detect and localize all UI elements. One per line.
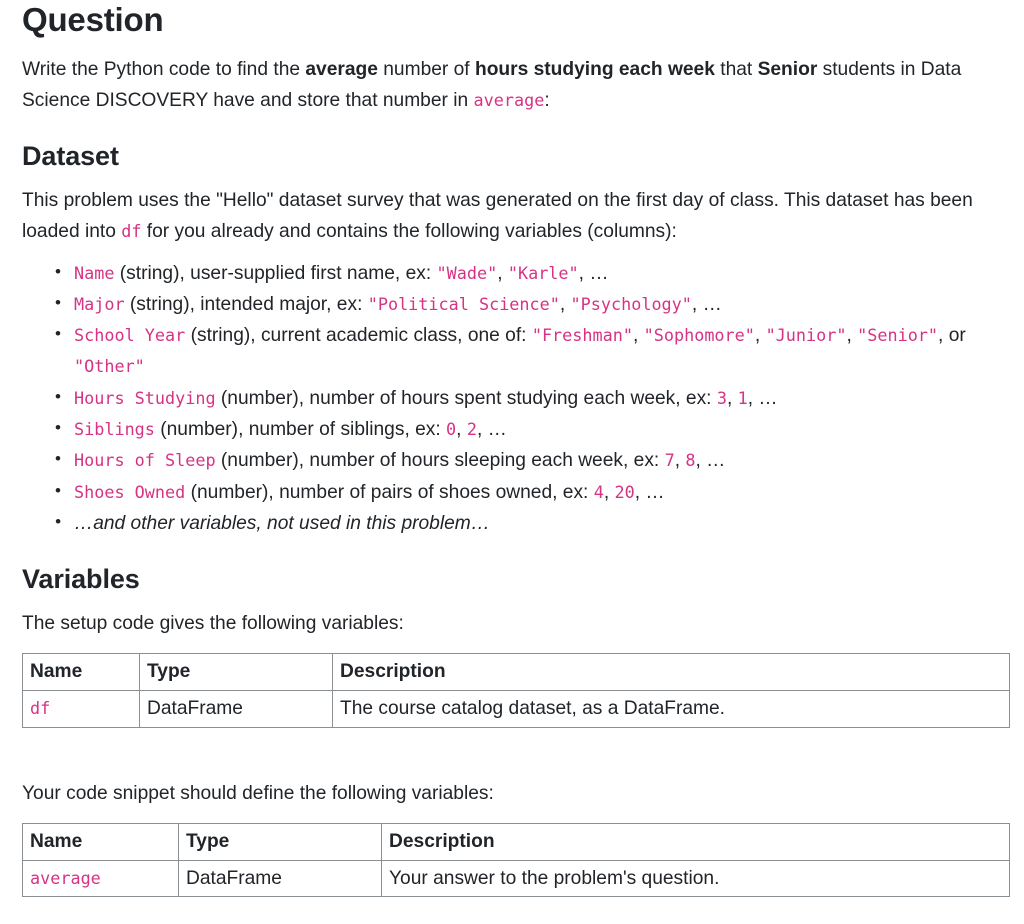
dataset-variable-note: …and other variables, not used in this p… — [74, 513, 490, 534]
dataset-variable-item: School Year (string), current academic c… — [74, 320, 1010, 383]
dataset-variable-description: (string), intended major, ex: — [125, 294, 368, 315]
dataset-example-separator: , — [633, 325, 644, 346]
dataset-variable-example: 3 — [717, 388, 727, 408]
dataset-variable-example: 20 — [615, 482, 635, 502]
dataset-example-separator: , — [755, 325, 766, 346]
table-column-header: Description — [382, 823, 1010, 860]
dataset-variable-name: Shoes Owned — [74, 482, 185, 502]
dataset-variable-name: Hours of Sleep — [74, 450, 216, 470]
table-cell-description: The course catalog dataset, as a DataFra… — [333, 691, 1010, 728]
dataset-intro-paragraph: This problem uses the "Hello" dataset su… — [22, 185, 1010, 247]
question-prompt-paragraph: Write the Python code to find the averag… — [22, 54, 1010, 116]
dataset-variable-example: "Political Science" — [368, 294, 560, 314]
dataset-variable-example: "Karle" — [508, 263, 579, 283]
question-bold-average: average — [305, 59, 378, 80]
dataset-variable-example: "Senior" — [857, 325, 938, 345]
dataset-variable-tail: , … — [692, 294, 722, 315]
dataset-example-separator: , — [456, 419, 467, 440]
problem-page: Question Write the Python code to find t… — [0, 0, 1024, 897]
question-bold-senior: Senior — [758, 59, 818, 80]
table-cell-type: DataFrame — [179, 860, 382, 897]
dataset-variable-description: (string), current academic class, one of… — [185, 325, 532, 346]
dataset-variable-description: (number), number of siblings, ex: — [155, 419, 446, 440]
table-row: df DataFrameThe course catalog dataset, a… — [23, 691, 1010, 728]
table-cell-name: average — [23, 860, 179, 897]
setup-variables-table: NameTypeDescription df DataFrameThe course… — [22, 653, 1010, 728]
dataset-variable-example: 1 — [738, 388, 748, 408]
dataset-variable-item: …and other variables, not used in this p… — [74, 508, 1010, 539]
setup-intro-paragraph: The setup code gives the following varia… — [22, 608, 1010, 639]
dataset-variable-example: "Psychology" — [571, 294, 692, 314]
dataset-variable-example: 7 — [665, 450, 675, 470]
dataset-example-separator: , — [727, 388, 738, 409]
variable-name-code: average — [30, 868, 101, 888]
dataset-variable-tail: , … — [579, 263, 609, 284]
dataset-variable-example: "Sophomore" — [644, 325, 755, 345]
dataset-variable-item: Major (string), intended major, ex: "Pol… — [74, 289, 1010, 320]
dataset-variable-description: (string), user-supplied first name, ex: — [114, 263, 436, 284]
section-heading-variables: Variables — [22, 563, 1010, 596]
dataset-example-separator: , — [604, 482, 615, 503]
dataset-example-separator: , — [560, 294, 571, 315]
dataset-example-separator: , — [675, 450, 686, 471]
dataset-variable-description: (number), number of hours sleeping each … — [216, 450, 665, 471]
question-text-1: Write the Python code to find the — [22, 59, 305, 80]
dataset-variable-name: School Year — [74, 325, 185, 345]
dataset-variable-item: Siblings (number), number of siblings, e… — [74, 414, 1010, 445]
dataset-variable-description: (number), number of pairs of shoes owned… — [185, 482, 593, 503]
table-row: average DataFrameYour answer to the probl… — [23, 860, 1010, 897]
table-spacer — [22, 734, 1010, 778]
dataset-variable-example: "Wade" — [437, 263, 498, 283]
table-cell-type: DataFrame — [140, 691, 333, 728]
question-text-2: number of — [378, 59, 475, 80]
table-header-row: NameTypeDescription — [23, 654, 1010, 691]
dataset-variable-tail: , … — [748, 388, 778, 409]
dataset-variable-item: Shoes Owned (number), number of pairs of… — [74, 477, 1010, 508]
dataset-variable-item: Hours of Sleep (number), number of hours… — [74, 445, 1010, 476]
dataset-variable-item: Name (string), user-supplied first name,… — [74, 258, 1010, 289]
output-variables-table: NameTypeDescription average DataFrameYour … — [22, 823, 1010, 898]
dataset-intro-text-2: for you already and contains the followi… — [141, 221, 676, 242]
dataset-variable-name: Hours Studying — [74, 388, 216, 408]
dataset-example-separator: , — [497, 263, 508, 284]
dataset-variable-example: 0 — [446, 419, 456, 439]
question-text-5: : — [544, 90, 549, 111]
dataset-variable-name: Major — [74, 294, 125, 314]
table-cell-description: Your answer to the problem's question. — [382, 860, 1010, 897]
section-heading-dataset: Dataset — [22, 140, 1010, 173]
dataset-variable-name: Siblings — [74, 419, 155, 439]
dataset-variable-tail: , or — [938, 325, 966, 346]
table-header-row: NameTypeDescription — [23, 823, 1010, 860]
dataset-variable-example: 4 — [594, 482, 604, 502]
question-text-3: that — [715, 59, 758, 80]
table-column-header: Name — [23, 823, 179, 860]
table-column-header: Type — [140, 654, 333, 691]
table-column-header: Name — [23, 654, 140, 691]
dataset-variable-tail: , … — [635, 482, 665, 503]
dataset-variable-example: 2 — [467, 419, 477, 439]
question-code-average: average — [474, 90, 545, 110]
table-column-header: Description — [333, 654, 1010, 691]
dataset-variable-example: "Freshman" — [532, 325, 633, 345]
dataset-variable-list: Name (string), user-supplied first name,… — [22, 258, 1010, 540]
table-column-header: Type — [179, 823, 382, 860]
table-cell-name: df — [23, 691, 140, 728]
dataset-variable-tail-example: "Other" — [74, 356, 145, 376]
dataset-variable-example: "Junior" — [766, 325, 847, 345]
dataset-variable-tail: , … — [696, 450, 726, 471]
dataset-variable-tail: , … — [477, 419, 507, 440]
dataset-variable-example: 8 — [685, 450, 695, 470]
variable-name-code: df — [30, 698, 50, 718]
question-bold-hours-studying: hours studying each week — [475, 59, 715, 80]
dataset-variable-item: Hours Studying (number), number of hours… — [74, 383, 1010, 414]
dataset-code-df: df — [121, 221, 141, 241]
dataset-variable-name: Name — [74, 263, 114, 283]
page-title-question: Question — [22, 0, 1010, 40]
dataset-example-separator: , — [846, 325, 857, 346]
dataset-variable-description: (number), number of hours spent studying… — [216, 388, 717, 409]
output-intro-paragraph: Your code snippet should define the foll… — [22, 778, 1010, 809]
